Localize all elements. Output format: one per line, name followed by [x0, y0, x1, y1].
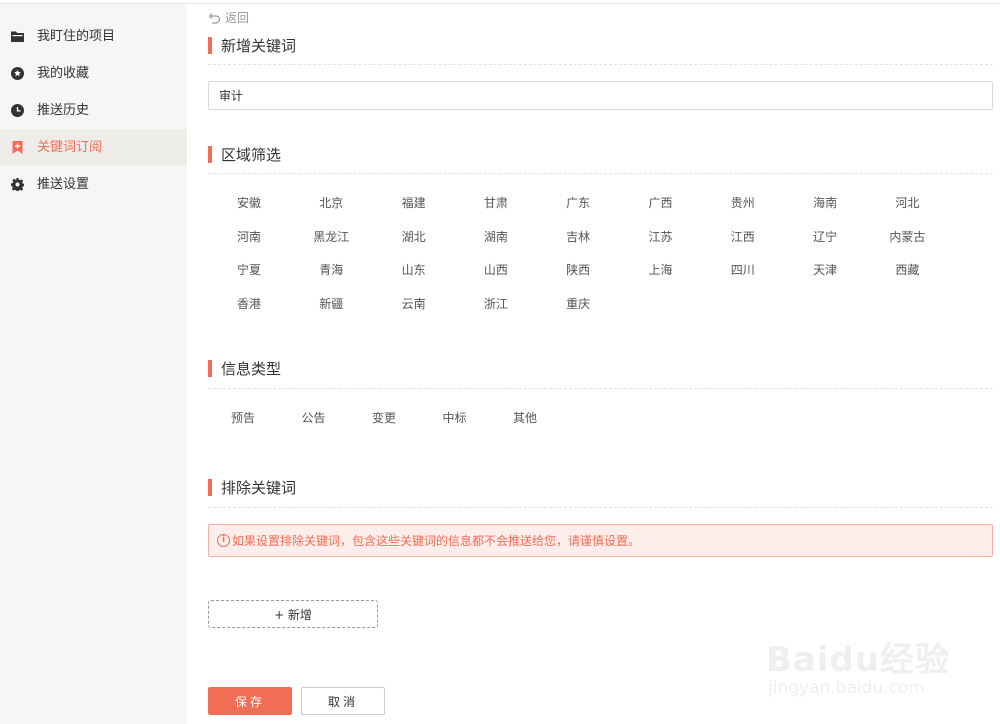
info-type-option[interactable]: 公告 — [279, 407, 349, 429]
section-info-type: 信息类型 — [208, 359, 282, 378]
region-option[interactable]: 江西 — [708, 226, 778, 248]
region-option[interactable]: 宁夏 — [214, 259, 284, 281]
section-title: 信息类型 — [221, 359, 282, 378]
region-option[interactable]: 云南 — [379, 293, 449, 315]
region-option[interactable]: 福建 — [379, 192, 449, 214]
section-title: 新增关键词 — [221, 36, 297, 55]
save-button[interactable]: 保存 — [208, 687, 292, 715]
section-accent-bar — [208, 359, 212, 377]
keyword-input[interactable] — [208, 81, 993, 110]
divider — [208, 507, 993, 508]
region-option[interactable]: 内蒙古 — [872, 226, 942, 248]
info-type-option[interactable]: 变更 — [349, 407, 419, 429]
section-title: 排除关键词 — [221, 478, 297, 497]
sidebar-item-label: 推送设置 — [37, 177, 90, 192]
info-type-option[interactable]: 预告 — [208, 407, 278, 429]
region-option[interactable]: 陕西 — [543, 259, 613, 281]
section-accent-bar — [208, 36, 212, 54]
region-option[interactable]: 贵州 — [708, 192, 778, 214]
region-option[interactable]: 山东 — [379, 259, 449, 281]
cancel-button[interactable]: 取消 — [301, 687, 385, 715]
region-option[interactable]: 广东 — [543, 192, 613, 214]
region-option[interactable]: 上海 — [626, 259, 696, 281]
region-option[interactable]: 广西 — [626, 192, 696, 214]
section-exclude-keyword: 排除关键词 — [208, 478, 297, 497]
divider — [208, 173, 993, 174]
section-add-keyword: 新增关键词 — [208, 36, 297, 55]
region-option[interactable]: 河北 — [872, 192, 942, 214]
sidebar-item-watched-projects[interactable]: 我盯住的项目 — [0, 18, 187, 55]
add-exclude-keyword-button[interactable]: + 新增 — [208, 600, 378, 628]
back-label: 返回 — [225, 10, 250, 25]
bookmark-plus-icon — [12, 141, 23, 154]
star-circle-icon — [11, 67, 24, 80]
section-region: 区域筛选 — [208, 145, 282, 164]
region-option[interactable]: 辽宁 — [790, 226, 860, 248]
back-link[interactable]: 返回 — [208, 9, 249, 25]
region-option[interactable]: 江苏 — [626, 226, 696, 248]
sidebar-item-push-history[interactable]: 推送历史 — [0, 92, 187, 129]
region-option[interactable]: 重庆 — [543, 293, 613, 315]
region-option[interactable]: 湖北 — [379, 226, 449, 248]
region-option[interactable]: 黑龙江 — [296, 226, 366, 248]
region-option[interactable]: 四川 — [708, 259, 778, 281]
region-option[interactable]: 浙江 — [461, 293, 531, 315]
region-option[interactable]: 天津 — [790, 259, 860, 281]
section-accent-bar — [208, 478, 212, 496]
region-option[interactable]: 海南 — [790, 192, 860, 214]
watermark: Baidu经验 jingyan.baidu.com — [760, 612, 960, 712]
folder-icon — [11, 31, 24, 42]
region-option[interactable]: 山西 — [461, 259, 531, 281]
sidebar: 我盯住的项目 我的收藏 推送历史 关键词订阅 推送设置 — [0, 4, 187, 724]
divider — [208, 64, 993, 65]
divider — [208, 388, 993, 389]
region-option[interactable]: 吉林 — [543, 226, 613, 248]
region-option[interactable]: 北京 — [296, 192, 366, 214]
watermark-logo: Baidu经验 — [766, 640, 951, 680]
clock-icon — [11, 104, 24, 117]
info-icon: i — [217, 534, 230, 547]
region-option[interactable]: 河南 — [214, 226, 284, 248]
sidebar-item-label: 我的收藏 — [37, 66, 90, 81]
info-type-option[interactable]: 其他 — [490, 407, 560, 429]
back-arrow-icon — [208, 12, 221, 24]
region-option[interactable]: 安徽 — [214, 192, 284, 214]
sidebar-item-label: 关键词订阅 — [37, 140, 103, 155]
region-option[interactable]: 新疆 — [296, 293, 366, 315]
warning-alert: i 如果设置排除关键词，包含这些关键词的信息都不会推送给您，请谨慎设置。 — [208, 524, 993, 557]
watermark-url: jingyan.baidu.com — [768, 678, 925, 698]
sidebar-item-keyword-subscription[interactable]: 关键词订阅 — [0, 129, 187, 166]
info-type-option[interactable]: 中标 — [420, 407, 490, 429]
region-option[interactable]: 甘肃 — [461, 192, 531, 214]
region-option[interactable]: 湖南 — [461, 226, 531, 248]
gear-icon — [11, 178, 24, 191]
sidebar-item-label: 我盯住的项目 — [37, 29, 116, 44]
sidebar-item-push-settings[interactable]: 推送设置 — [0, 166, 187, 203]
sidebar-item-label: 推送历史 — [37, 103, 90, 118]
region-option[interactable]: 香港 — [214, 293, 284, 315]
alert-message: 如果设置排除关键词，包含这些关键词的信息都不会推送给您，请谨慎设置。 — [232, 534, 641, 548]
region-option[interactable]: 西藏 — [872, 259, 942, 281]
region-option[interactable]: 青海 — [296, 259, 366, 281]
sidebar-item-favorites[interactable]: 我的收藏 — [0, 55, 187, 92]
section-accent-bar — [208, 145, 212, 163]
section-title: 区域筛选 — [221, 145, 282, 164]
